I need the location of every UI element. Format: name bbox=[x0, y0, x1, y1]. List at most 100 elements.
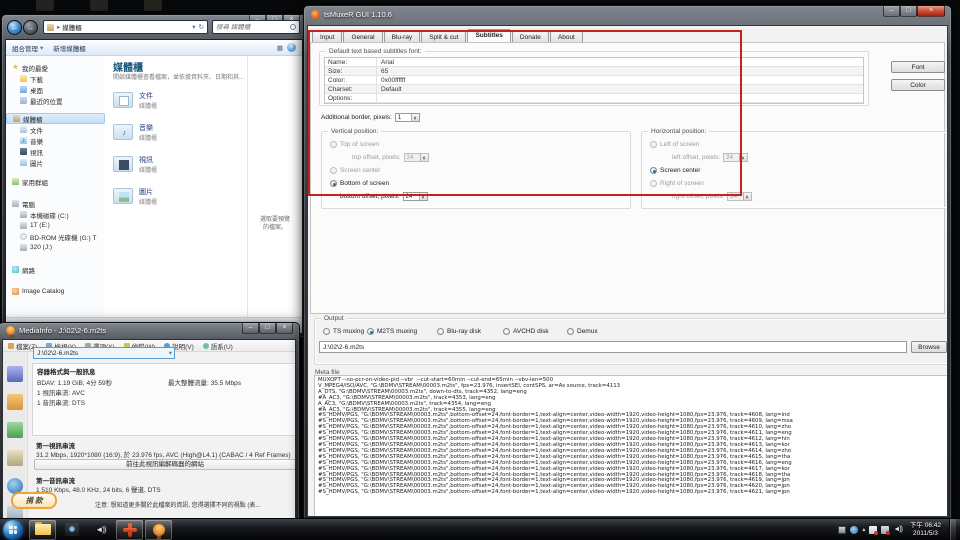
radio-ts-muxing[interactable]: TS muxing bbox=[323, 327, 364, 336]
network-tray-icon[interactable] bbox=[881, 526, 889, 534]
sidebar-label: 網路 bbox=[22, 265, 35, 275]
folder-icon bbox=[20, 75, 27, 82]
sidebar-item-favorites[interactable]: ★我的最愛 bbox=[6, 62, 105, 73]
refresh-icon[interactable]: ↻ bbox=[199, 23, 204, 31]
help-icon[interactable]: ? bbox=[287, 43, 296, 52]
sidebar-item-drive-e[interactable]: 1T (E:) bbox=[6, 220, 105, 231]
sidebar-item-image-catalog[interactable]: Image Catalog bbox=[6, 286, 105, 297]
combo-dropdown-icon: ▾ bbox=[169, 348, 172, 359]
sidebar-item-downloads[interactable]: 下載 bbox=[6, 73, 105, 84]
sidebar-item-network[interactable]: 網路 bbox=[6, 264, 105, 275]
codec-website-button[interactable]: 前往此視訊編解碼器的網站 bbox=[34, 459, 296, 470]
sidebar-label: 本機磁碟 (C:) bbox=[30, 210, 69, 220]
file-selector-combo[interactable]: J:\02\2-6.m2ts ▾ bbox=[33, 347, 175, 359]
sidebar-item-recent[interactable]: 最近的位置 bbox=[6, 95, 105, 106]
sidebar-label: 文件 bbox=[30, 125, 43, 135]
explorer-folder-icon bbox=[35, 524, 51, 535]
meta-file-box[interactable]: MUXOPT --no-pcr-on-video-pid --vbr --cut… bbox=[314, 375, 948, 517]
display-tray-icon[interactable] bbox=[838, 526, 846, 534]
action-center-flag-icon[interactable] bbox=[869, 526, 877, 534]
radio-m2ts-muxing[interactable]: M2TS muxing bbox=[367, 327, 417, 336]
browse-button[interactable]: Browse bbox=[911, 341, 947, 353]
disk-icon bbox=[20, 211, 27, 218]
sidebar-item-music[interactable]: ♪音樂 bbox=[6, 135, 105, 146]
volume-tray-icon[interactable]: ◄)) bbox=[893, 526, 902, 533]
donate-button[interactable]: 捐 款 bbox=[11, 492, 57, 509]
breadcrumb[interactable]: 媒體櫃 bbox=[62, 22, 82, 32]
meta-file-text: MUXOPT --no-pcr-on-video-pid --vbr --cut… bbox=[318, 378, 945, 496]
search-icon[interactable] bbox=[290, 24, 296, 30]
general-line-audio: 1 音訊串流: DTS bbox=[37, 397, 85, 407]
organize-menu[interactable]: 組合管理 bbox=[12, 43, 38, 53]
sidebar-item-desktop[interactable]: 桌面 bbox=[6, 84, 105, 95]
new-library-button[interactable]: 新增媒體櫃 bbox=[53, 43, 86, 53]
pictures-icon bbox=[20, 159, 27, 166]
output-path-field[interactable]: J:\02\2-6.m2ts bbox=[319, 341, 907, 353]
sidebar-item-drive-c[interactable]: 本機磁碟 (C:) bbox=[6, 209, 105, 220]
search-input[interactable] bbox=[216, 24, 286, 31]
library-item-documents[interactable]: 文件 媒體櫃 bbox=[113, 87, 243, 113]
library-item-music[interactable]: ♪ 音樂 媒體櫃 bbox=[113, 119, 243, 145]
tsmuxer-titlebar[interactable]: tsMuxeR GUI 1.10.6 bbox=[311, 10, 392, 19]
taskbar-player-button[interactable] bbox=[58, 520, 85, 540]
radio-bluray-disk[interactable]: Blu-ray disk bbox=[437, 327, 481, 336]
desktop-icon[interactable] bbox=[36, 0, 54, 11]
color-button[interactable]: Color bbox=[891, 79, 945, 91]
audio-stream-info: 1 510 Kbps, 48.0 KHz, 24 bits, 6 聲道, DTS bbox=[36, 484, 161, 494]
output-legend: Output bbox=[321, 315, 347, 322]
sidebar-item-bdrom[interactable]: BD-ROM 光碟機 (G:) T bbox=[6, 231, 105, 242]
media-player-icon bbox=[65, 523, 79, 536]
radio-demux[interactable]: Demux bbox=[567, 327, 598, 336]
open-file-icon[interactable] bbox=[7, 366, 23, 382]
radio-avchd-disk[interactable]: AVCHD disk bbox=[503, 327, 549, 336]
tools-icon[interactable] bbox=[7, 450, 23, 466]
desktop-icon[interactable] bbox=[144, 0, 162, 11]
maximize-button[interactable]: □ bbox=[259, 323, 276, 334]
sidebar-label: 媒體櫃 bbox=[23, 114, 43, 124]
font-button[interactable]: Font bbox=[891, 61, 945, 73]
mediainfo-titlebar[interactable]: MediaInfo - J:\02\2-6.m2ts bbox=[6, 326, 106, 335]
sidebar-label: 我的最愛 bbox=[22, 63, 48, 73]
library-item-pictures[interactable]: 圖片 媒體櫃 bbox=[113, 183, 243, 209]
hidden-icons-chevron[interactable]: ▴ bbox=[862, 526, 865, 533]
show-desktop-button[interactable] bbox=[949, 519, 956, 540]
library-item-videos[interactable]: 視訊 媒體櫃 bbox=[113, 151, 243, 177]
sidebar-item-pictures[interactable]: 圖片 bbox=[6, 157, 105, 168]
close-button[interactable]: × bbox=[917, 6, 945, 17]
sidebar-label: 下載 bbox=[30, 74, 43, 84]
sidebar-label: 視訊 bbox=[30, 147, 43, 157]
minimize-button[interactable]: – bbox=[883, 6, 900, 17]
export-icon[interactable] bbox=[7, 422, 23, 438]
update-tray-icon[interactable] bbox=[850, 526, 858, 534]
sidebar-item-computer[interactable]: 電腦 bbox=[6, 198, 105, 209]
close-button[interactable]: × bbox=[276, 323, 293, 334]
sidebar-item-drive-j[interactable]: 320 (J:) bbox=[6, 242, 105, 253]
pictures-library-icon bbox=[113, 188, 133, 204]
open-folder-icon[interactable] bbox=[7, 394, 23, 410]
disk-icon bbox=[20, 244, 27, 251]
sidebar-item-libraries[interactable]: 媒體櫃 bbox=[6, 113, 105, 124]
sidebar-item-videos[interactable]: 視訊 bbox=[6, 146, 105, 157]
taskbar-tsmuxer-button[interactable] bbox=[116, 520, 143, 540]
sidebar-label: Image Catalog bbox=[22, 288, 64, 295]
taskbar-mediainfo-button[interactable] bbox=[145, 520, 172, 540]
address-bar[interactable]: ▸ 媒體櫃 ▾ ↻ bbox=[43, 20, 208, 34]
views-icon[interactable]: ▦ bbox=[277, 44, 283, 52]
sidebar-item-documents[interactable]: 文件 bbox=[6, 124, 105, 135]
image-catalog-icon bbox=[12, 288, 19, 295]
address-dropdown-icon[interactable]: ▾ bbox=[192, 23, 195, 31]
taskbar-explorer-button[interactable] bbox=[29, 520, 56, 540]
minimize-button[interactable]: – bbox=[242, 323, 259, 334]
taskbar-clock[interactable]: 下午 06:42 2011/5/3 bbox=[906, 522, 945, 538]
forward-button[interactable]: → bbox=[23, 20, 38, 35]
menu-language[interactable]: 語系(U) bbox=[203, 341, 233, 351]
search-box[interactable] bbox=[212, 20, 300, 34]
organize-dropdown-icon: ▾ bbox=[40, 44, 43, 52]
desktop-icon[interactable] bbox=[90, 0, 108, 11]
taskbar-audio-button[interactable]: ◄)) bbox=[87, 520, 114, 540]
start-button[interactable] bbox=[3, 520, 23, 540]
maximize-button[interactable]: □ bbox=[900, 6, 917, 17]
sidebar-item-homegroup[interactable]: 家用群組 bbox=[6, 176, 105, 187]
sidebar-label: 最近的位置 bbox=[30, 96, 63, 106]
back-button[interactable]: ← bbox=[7, 20, 22, 35]
